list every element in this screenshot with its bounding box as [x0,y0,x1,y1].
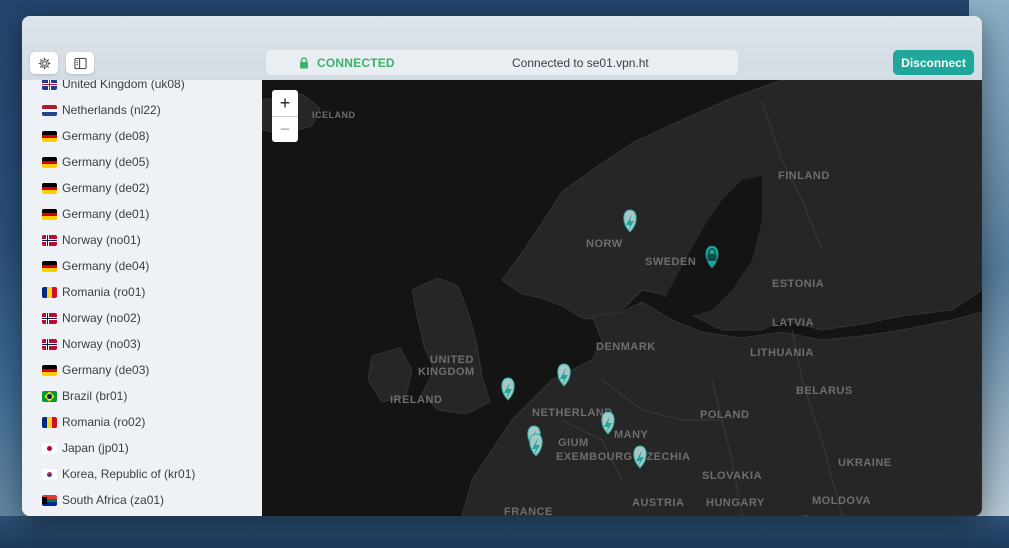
nl-flag-icon [42,105,57,116]
map-label-ireland: IRELAND [390,394,442,406]
map-label-denmark: DENMARK [596,341,656,353]
server-list-item[interactable]: Germany (de05) [22,150,262,176]
server-label: United Kingdom (uk08) [62,80,185,91]
server-label: Romania (ro02) [62,415,146,429]
map-label-ukraine: UKRAINE [838,457,892,469]
zoom-out-button[interactable]: − [272,116,298,142]
connection-status-bar: CONNECTED Connected to se01.vpn.ht [266,50,738,75]
desktop-wallpaper-bottom [0,516,1009,548]
server-label: Norway (no02) [62,311,141,325]
za-flag-icon [42,495,57,506]
server-label: Korea, Republic of (kr01) [62,467,196,481]
map-label-slovakia: SLOVAKIA [702,470,762,482]
br-flag-icon [42,391,57,402]
connection-state: CONNECTED [317,56,395,70]
ro-flag-icon [42,287,57,298]
server-label: South Africa (za01) [62,493,165,507]
no-flag-icon [42,235,57,246]
server-label: Germany (de03) [62,363,150,377]
server-pin-uk[interactable] [501,377,515,401]
map-label-austria: AUSTRIA [632,497,684,509]
map-label-latvia: LATVIA [772,317,814,329]
jp-flag-icon [42,443,57,454]
titlebar: CONNECTED Connected to se01.vpn.ht Disco… [22,16,982,80]
settings-button[interactable] [30,52,58,74]
server-list-item[interactable]: Germany (de08) [22,124,262,150]
map-label-moldova: MOLDOVA [812,495,871,507]
no-flag-icon [42,339,57,350]
map-label-iceland: ICELAND [312,110,356,120]
server-label: Germany (de02) [62,181,150,195]
server-label: Norway (no03) [62,337,141,351]
uk-flag-icon [42,80,57,90]
map-label-belgium: GIUM [558,437,589,449]
map-label-united: UNITED [430,354,474,366]
map-label-france: FRANCE [504,506,553,516]
map-canvas: FINLAND SWEDEN NORW ESTONIA LATVIA LITHU… [262,80,982,516]
gear-icon [37,56,51,70]
server-list-item[interactable]: Germany (de04) [22,254,262,280]
de-flag-icon [42,131,57,142]
server-label: Brazil (br01) [62,389,128,403]
server-list-item[interactable]: Brazil (br01) [22,384,262,410]
lock-icon [300,57,308,69]
server-list-item[interactable]: Germany (de01) [22,202,262,228]
server-list-item[interactable]: Romania (ro02) [22,410,262,436]
map-label-finland: FINLAND [778,170,830,182]
de-flag-icon [42,261,57,272]
server-list-item[interactable]: Netherlands (nl22) [22,98,262,124]
de-flag-icon [42,365,57,376]
zoom-controls: + − [272,90,298,142]
de-flag-icon [42,157,57,168]
ro-flag-icon [42,417,57,428]
server-label: Japan (jp01) [62,441,129,455]
server-label: Romania (ro01) [62,285,146,299]
server-list-item[interactable]: Germany (de02) [22,176,262,202]
server-list-item[interactable]: Norway (no02) [22,306,262,332]
connection-message: Connected to se01.vpn.ht [512,56,649,70]
server-map[interactable]: FINLAND SWEDEN NORW ESTONIA LATVIA LITHU… [262,80,982,516]
map-label-estonia: ESTONIA [772,278,824,290]
map-label-hungary: HUNGARY [706,497,765,509]
map-label-lithuania: LITHUANIA [750,347,814,359]
server-list-item[interactable]: Japan (jp01) [22,436,262,462]
server-list-item[interactable]: Norway (no03) [22,332,262,358]
server-list-item[interactable]: Romania (ro01) [22,280,262,306]
map-label-germany: MANY [614,429,649,441]
server-label: Norway (no01) [62,233,141,247]
server-label: Netherlands (nl22) [62,103,161,117]
server-list-item[interactable]: Norway (no01) [22,228,262,254]
zoom-in-button[interactable]: + [272,90,298,116]
map-label-poland: POLAND [700,409,749,421]
server-list-item[interactable]: Germany (de03) [22,358,262,384]
no-flag-icon [42,313,57,324]
kr-flag-icon [42,469,57,480]
sidebar-toggle-icon [73,57,87,69]
server-label: Germany (de04) [62,259,150,273]
disconnect-button[interactable]: Disconnect [893,50,974,75]
server-list-item[interactable]: South Africa (za01) [22,488,262,514]
map-label-luxembourg: EXEMBOURG [556,451,633,463]
server-list-item[interactable]: Korea, Republic of (kr01) [22,462,262,488]
map-label-netherlands: NETHERLAND [532,407,613,419]
server-list-item[interactable]: United Kingdom (uk08) [22,80,262,98]
server-label: Germany (de05) [62,155,150,169]
map-label-norway: NORW [586,238,623,250]
vpn-app-window: CONNECTED Connected to se01.vpn.ht Disco… [22,16,982,516]
server-label: Germany (de08) [62,129,150,143]
de-flag-icon [42,183,57,194]
de-flag-icon [42,209,57,220]
map-label-sweden: SWEDEN [645,256,696,268]
server-label: Germany (de01) [62,207,150,221]
map-label-kingdom: KINGDOM [418,366,475,378]
server-list: United Kingdom (uk08) Netherlands (nl22) G… [22,80,262,516]
sidebar-toggle-button[interactable] [66,52,94,74]
map-label-belarus: BELARUS [796,385,853,397]
